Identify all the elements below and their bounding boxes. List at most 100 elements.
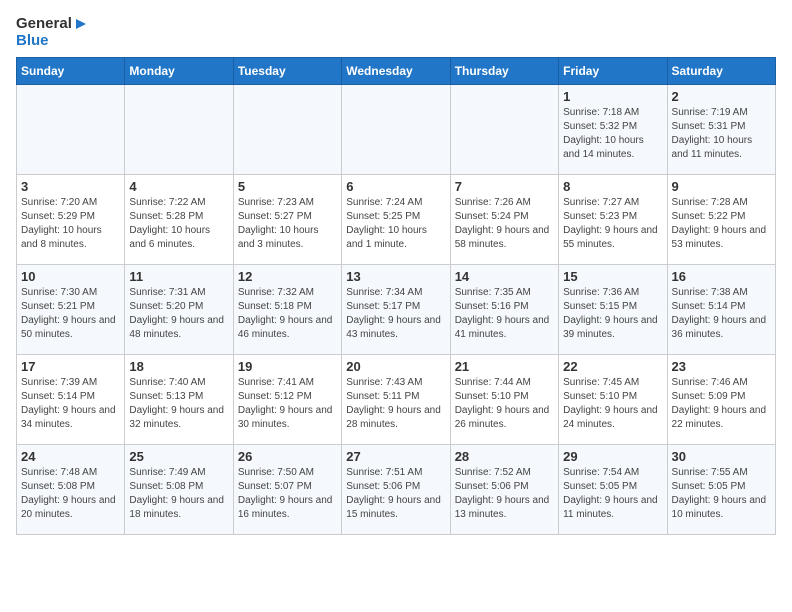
day-number: 30 bbox=[672, 449, 771, 464]
calendar-cell: 25 Sunrise: 7:49 AM Sunset: 5:08 PM Dayli… bbox=[125, 445, 233, 535]
weekday-header-saturday: Saturday bbox=[667, 58, 775, 85]
day-info: Sunrise: 7:40 AM Sunset: 5:13 PM Dayligh… bbox=[129, 376, 228, 432]
day-info: Sunrise: 7:34 AM Sunset: 5:17 PM Dayligh… bbox=[346, 286, 445, 342]
calendar-cell: 24 Sunrise: 7:48 AM Sunset: 5:08 PM Dayli… bbox=[17, 445, 125, 535]
day-info: Sunrise: 7:36 AM Sunset: 5:15 PM Dayligh… bbox=[563, 286, 662, 342]
day-number: 1 bbox=[563, 89, 662, 104]
calendar-cell bbox=[233, 85, 341, 175]
calendar-cell: 12 Sunrise: 7:32 AM Sunset: 5:18 PM Dayli… bbox=[233, 265, 341, 355]
day-number: 28 bbox=[455, 449, 554, 464]
day-number: 25 bbox=[129, 449, 228, 464]
weekday-header-wednesday: Wednesday bbox=[342, 58, 450, 85]
day-info: Sunrise: 7:46 AM Sunset: 5:09 PM Dayligh… bbox=[672, 376, 771, 432]
day-number: 10 bbox=[21, 269, 120, 284]
day-info: Sunrise: 7:35 AM Sunset: 5:16 PM Dayligh… bbox=[455, 286, 554, 342]
calendar-cell bbox=[17, 85, 125, 175]
weekday-header-friday: Friday bbox=[559, 58, 667, 85]
day-number: 8 bbox=[563, 179, 662, 194]
logo-content: General Blue bbox=[16, 16, 88, 49]
calendar-cell: 30 Sunrise: 7:55 AM Sunset: 5:05 PM Dayli… bbox=[667, 445, 775, 535]
day-info: Sunrise: 7:24 AM Sunset: 5:25 PM Dayligh… bbox=[346, 196, 445, 252]
day-number: 29 bbox=[563, 449, 662, 464]
calendar-cell: 27 Sunrise: 7:51 AM Sunset: 5:06 PM Dayli… bbox=[342, 445, 450, 535]
day-info: Sunrise: 7:26 AM Sunset: 5:24 PM Dayligh… bbox=[455, 196, 554, 252]
day-info: Sunrise: 7:48 AM Sunset: 5:08 PM Dayligh… bbox=[21, 466, 120, 522]
day-number: 23 bbox=[672, 359, 771, 374]
calendar-cell: 29Sunrise: 7:54 AM Sunset: 5:05 PM Dayli… bbox=[559, 445, 667, 535]
day-number: 3 bbox=[21, 179, 120, 194]
calendar-cell: 20Sunrise: 7:43 AM Sunset: 5:11 PM Dayli… bbox=[342, 355, 450, 445]
day-number: 13 bbox=[346, 269, 445, 284]
day-number: 15 bbox=[563, 269, 662, 284]
calendar-week-1: 1 Sunrise: 7:18 AM Sunset: 5:32 PM Daylig… bbox=[17, 85, 776, 175]
calendar-cell: 21Sunrise: 7:44 AM Sunset: 5:10 PM Dayli… bbox=[450, 355, 558, 445]
header: General Blue bbox=[16, 16, 776, 49]
day-number: 6 bbox=[346, 179, 445, 194]
calendar-cell: 2 Sunrise: 7:19 AM Sunset: 5:31 PM Daylig… bbox=[667, 85, 775, 175]
calendar-week-3: 10 Sunrise: 7:30 AM Sunset: 5:21 PM Dayli… bbox=[17, 265, 776, 355]
day-info: Sunrise: 7:22 AM Sunset: 5:28 PM Dayligh… bbox=[129, 196, 228, 252]
calendar-cell: 16 Sunrise: 7:38 AM Sunset: 5:14 PM Dayli… bbox=[667, 265, 775, 355]
day-number: 27 bbox=[346, 449, 445, 464]
calendar-table: SundayMondayTuesdayWednesdayThursdayFrid… bbox=[16, 57, 776, 535]
calendar-cell: 17Sunrise: 7:39 AM Sunset: 5:14 PM Dayli… bbox=[17, 355, 125, 445]
calendar-cell: 15 Sunrise: 7:36 AM Sunset: 5:15 PM Dayli… bbox=[559, 265, 667, 355]
weekday-header-sunday: Sunday bbox=[17, 58, 125, 85]
calendar-week-2: 3 Sunrise: 7:20 AM Sunset: 5:29 PM Daylig… bbox=[17, 175, 776, 265]
day-number: 20 bbox=[346, 359, 445, 374]
day-info: Sunrise: 7:38 AM Sunset: 5:14 PM Dayligh… bbox=[672, 286, 771, 342]
day-number: 14 bbox=[455, 269, 554, 284]
calendar-cell bbox=[342, 85, 450, 175]
calendar-cell: 7 Sunrise: 7:26 AM Sunset: 5:24 PM Daylig… bbox=[450, 175, 558, 265]
logo-blue: Blue bbox=[16, 33, 88, 50]
calendar-cell: 14 Sunrise: 7:35 AM Sunset: 5:16 PM Dayli… bbox=[450, 265, 558, 355]
day-number: 22 bbox=[563, 359, 662, 374]
day-number: 24 bbox=[21, 449, 120, 464]
day-info: Sunrise: 7:52 AM Sunset: 5:06 PM Dayligh… bbox=[455, 466, 554, 522]
day-info: Sunrise: 7:32 AM Sunset: 5:18 PM Dayligh… bbox=[238, 286, 337, 342]
day-number: 18 bbox=[129, 359, 228, 374]
day-number: 9 bbox=[672, 179, 771, 194]
day-info: Sunrise: 7:20 AM Sunset: 5:29 PM Dayligh… bbox=[21, 196, 120, 252]
calendar-cell: 19 Sunrise: 7:41 AM Sunset: 5:12 PM Dayli… bbox=[233, 355, 341, 445]
weekday-header-thursday: Thursday bbox=[450, 58, 558, 85]
calendar-cell: 1 Sunrise: 7:18 AM Sunset: 5:32 PM Daylig… bbox=[559, 85, 667, 175]
calendar-body: 1 Sunrise: 7:18 AM Sunset: 5:32 PM Daylig… bbox=[17, 85, 776, 535]
day-info: Sunrise: 7:31 AM Sunset: 5:20 PM Dayligh… bbox=[129, 286, 228, 342]
calendar-cell: 6 Sunrise: 7:24 AM Sunset: 5:25 PM Daylig… bbox=[342, 175, 450, 265]
weekday-header-tuesday: Tuesday bbox=[233, 58, 341, 85]
day-number: 7 bbox=[455, 179, 554, 194]
day-info: Sunrise: 7:19 AM Sunset: 5:31 PM Dayligh… bbox=[672, 106, 771, 162]
calendar-cell: 3 Sunrise: 7:20 AM Sunset: 5:29 PM Daylig… bbox=[17, 175, 125, 265]
day-number: 21 bbox=[455, 359, 554, 374]
weekday-header-monday: Monday bbox=[125, 58, 233, 85]
logo: General Blue bbox=[16, 16, 88, 49]
calendar-week-4: 17Sunrise: 7:39 AM Sunset: 5:14 PM Dayli… bbox=[17, 355, 776, 445]
day-number: 2 bbox=[672, 89, 771, 104]
day-number: 5 bbox=[238, 179, 337, 194]
day-number: 19 bbox=[238, 359, 337, 374]
day-number: 26 bbox=[238, 449, 337, 464]
calendar-cell: 23 Sunrise: 7:46 AM Sunset: 5:09 PM Dayli… bbox=[667, 355, 775, 445]
calendar-cell: 11Sunrise: 7:31 AM Sunset: 5:20 PM Dayli… bbox=[125, 265, 233, 355]
day-info: Sunrise: 7:49 AM Sunset: 5:08 PM Dayligh… bbox=[129, 466, 228, 522]
calendar-cell: 5 Sunrise: 7:23 AM Sunset: 5:27 PM Daylig… bbox=[233, 175, 341, 265]
calendar-cell: 8 Sunrise: 7:27 AM Sunset: 5:23 PM Daylig… bbox=[559, 175, 667, 265]
calendar-cell: 26Sunrise: 7:50 AM Sunset: 5:07 PM Dayli… bbox=[233, 445, 341, 535]
logo-general: General bbox=[16, 16, 72, 33]
day-info: Sunrise: 7:18 AM Sunset: 5:32 PM Dayligh… bbox=[563, 106, 662, 162]
calendar-header-row: SundayMondayTuesdayWednesdayThursdayFrid… bbox=[17, 58, 776, 85]
day-info: Sunrise: 7:51 AM Sunset: 5:06 PM Dayligh… bbox=[346, 466, 445, 522]
day-info: Sunrise: 7:55 AM Sunset: 5:05 PM Dayligh… bbox=[672, 466, 771, 522]
day-info: Sunrise: 7:41 AM Sunset: 5:12 PM Dayligh… bbox=[238, 376, 337, 432]
day-number: 16 bbox=[672, 269, 771, 284]
day-info: Sunrise: 7:30 AM Sunset: 5:21 PM Dayligh… bbox=[21, 286, 120, 342]
day-number: 4 bbox=[129, 179, 228, 194]
calendar-cell: 4 Sunrise: 7:22 AM Sunset: 5:28 PM Daylig… bbox=[125, 175, 233, 265]
day-number: 12 bbox=[238, 269, 337, 284]
calendar-cell: 13 Sunrise: 7:34 AM Sunset: 5:17 PM Dayli… bbox=[342, 265, 450, 355]
day-info: Sunrise: 7:39 AM Sunset: 5:14 PM Dayligh… bbox=[21, 376, 120, 432]
day-info: Sunrise: 7:23 AM Sunset: 5:27 PM Dayligh… bbox=[238, 196, 337, 252]
day-info: Sunrise: 7:27 AM Sunset: 5:23 PM Dayligh… bbox=[563, 196, 662, 252]
calendar-cell bbox=[125, 85, 233, 175]
